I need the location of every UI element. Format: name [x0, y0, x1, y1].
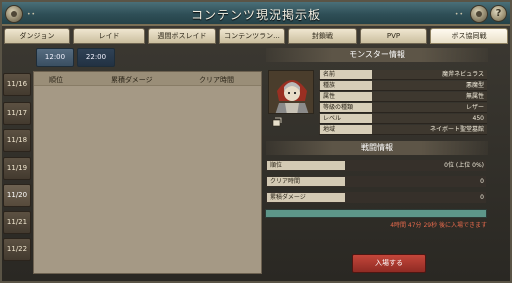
monster-value: 無属性: [465, 93, 484, 100]
monster-label: 等級の種類: [320, 103, 372, 112]
monster-label: 種族: [320, 81, 372, 90]
date-list: 11/16 11/17 11/18 11/19 11/20 11/21 11/2…: [3, 73, 31, 273]
column-clear-time: クリア時間: [199, 76, 234, 84]
battle-label: 順位: [267, 161, 345, 170]
date-tab[interactable]: 11/19: [3, 157, 31, 180]
monster-row-region: 地域 ネイボート聖堂墓館: [319, 125, 487, 135]
tab-dungeon[interactable]: ダンジョン: [4, 28, 70, 44]
battle-value: 0位 (上位 0%): [444, 162, 484, 169]
battle-row-clear-time: クリア時間 0: [266, 176, 486, 187]
ranking-table: 順位 累積ダメージ クリア時間: [33, 71, 262, 274]
battle-row-rank: 順位 0位 (上位 0%): [266, 160, 486, 171]
monster-row-level: レベル 450: [319, 114, 487, 124]
battle-info-header: 戦闘情報: [266, 141, 488, 155]
monster-label: レベル: [320, 114, 372, 123]
entry-cooldown-fill: [266, 210, 486, 217]
column-damage: 累積ダメージ: [111, 76, 153, 84]
memo-icon[interactable]: [272, 117, 282, 127]
date-tab[interactable]: 11/22: [3, 238, 31, 261]
monster-portrait: [268, 70, 314, 114]
tab-pvp[interactable]: PVP: [360, 28, 427, 44]
date-tab[interactable]: 11/18: [3, 129, 31, 152]
battle-value: 0: [480, 178, 484, 185]
title-ornament-right: ••: [454, 11, 464, 18]
title-bar: •• コンテンツ現況掲示板 •• ?: [2, 2, 510, 26]
battle-value: 0: [480, 194, 484, 201]
monster-label: 地域: [320, 125, 372, 134]
monster-label: 属性: [320, 92, 372, 101]
monster-value: 450: [472, 115, 484, 122]
tab-blockade[interactable]: 封鎖戦: [288, 28, 357, 44]
date-tab[interactable]: 11/17: [3, 102, 31, 125]
monster-row-name: 名前 魔斧ネビュラス: [319, 70, 487, 80]
enter-button[interactable]: 入場する: [352, 254, 426, 273]
monster-row-element: 属性 無属性: [319, 92, 487, 102]
time-button-1200[interactable]: 12:00: [36, 48, 74, 67]
time-button-2200[interactable]: 22:00: [77, 48, 115, 67]
column-rank: 順位: [49, 76, 63, 84]
tab-raid[interactable]: レイド: [73, 28, 145, 44]
tab-weekly-boss-raid[interactable]: 週間ボスレイド: [148, 28, 216, 44]
entry-cooldown-text: 4時間 47分 29秒 後に入場できます: [390, 222, 487, 229]
battle-label: 累積ダメージ: [267, 193, 345, 202]
monster-value: 魔斧ネビュラス: [442, 71, 484, 78]
battle-label: クリア時間: [267, 177, 345, 186]
date-tab-selected[interactable]: 11/20: [3, 184, 31, 207]
tab-boss-coop[interactable]: ボス協同戦: [430, 28, 508, 44]
monster-value: ネイボート聖堂墓館: [429, 126, 484, 133]
date-tab[interactable]: 11/16: [3, 73, 31, 96]
entry-cooldown-bar: [265, 209, 487, 218]
ranking-header: 順位 累積ダメージ クリア時間: [34, 72, 261, 86]
battle-row-damage: 累積ダメージ 0: [266, 192, 486, 203]
monster-portrait-image: [269, 71, 313, 113]
tab-content-ranking[interactable]: コンテンツラン...: [219, 28, 285, 44]
monster-value: レザー: [465, 104, 484, 111]
help-button[interactable]: ?: [490, 5, 507, 22]
tab-bar: ダンジョン レイド 週間ボスレイド コンテンツラン... 封鎖戦 PVP ボス協…: [4, 28, 508, 44]
settings-icon[interactable]: [470, 5, 488, 23]
window-title: コンテンツ現況掲示板: [190, 8, 321, 22]
monster-value: 悪魔型: [465, 82, 484, 89]
monster-row-race: 種族 悪魔型: [319, 81, 487, 91]
monster-info-header: モンスター情報: [266, 48, 488, 62]
monster-row-armor: 等級の種類 レザー: [319, 103, 487, 113]
monster-label: 名前: [320, 70, 372, 79]
date-tab[interactable]: 11/21: [3, 211, 31, 234]
